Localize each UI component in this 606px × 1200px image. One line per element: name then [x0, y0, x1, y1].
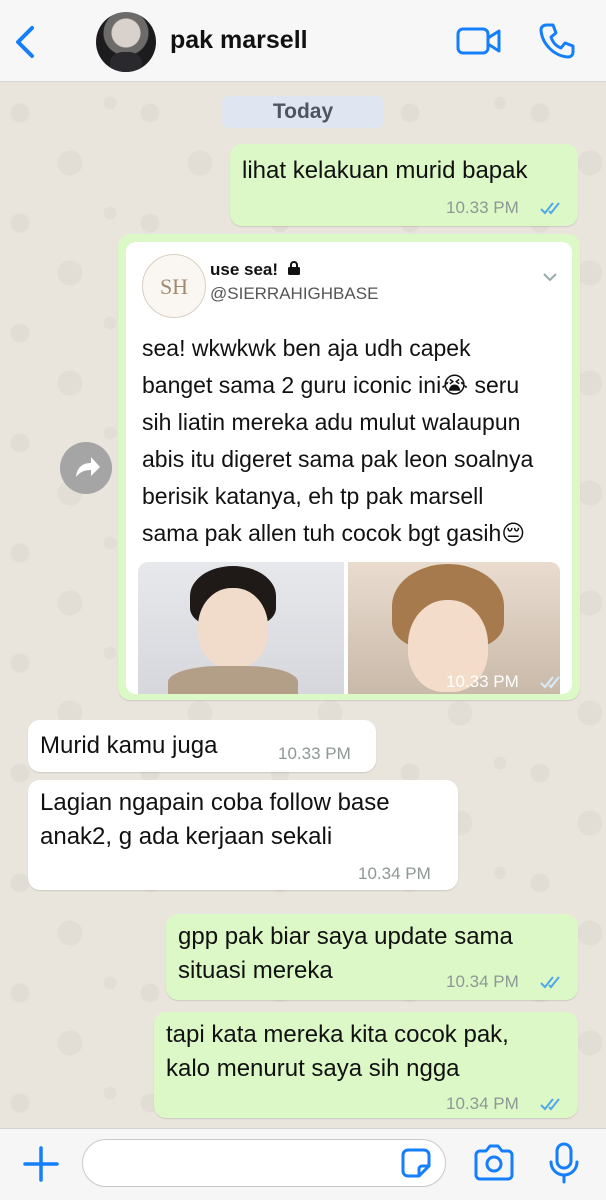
voice-call-button[interactable]	[538, 22, 576, 60]
camera-button[interactable]	[472, 1143, 516, 1183]
message-bubble-outgoing[interactable]: tapi kata mereka kita cocok pak, kalo me…	[154, 1012, 578, 1118]
message-text: lihat kelakuan murid bapak	[242, 157, 528, 184]
tweet-text-line: sih liatin mereka adu mulut walaupun	[142, 409, 521, 435]
read-receipt-icon	[540, 202, 560, 215]
message-time: 10.33 PM	[446, 198, 519, 217]
tweet-account-handle: @SIERRAHIGHBASE	[210, 284, 379, 303]
read-receipt-icon	[540, 1098, 560, 1111]
tweet-text-line: abis itu digeret sama pak leon soalnya	[142, 446, 534, 472]
read-receipt-icon	[540, 976, 560, 989]
tweet-text-line: sea! wkwkwk ben aja udh capek	[142, 335, 471, 361]
contact-avatar[interactable]	[96, 12, 156, 72]
message-input[interactable]	[82, 1139, 446, 1187]
chevron-down-icon[interactable]	[542, 272, 558, 282]
message-text: Murid kamu juga	[40, 732, 218, 759]
microphone-icon	[549, 1142, 579, 1184]
message-time: 10.33 PM	[446, 672, 519, 691]
message-text-line: gpp pak biar saya update sama	[178, 923, 513, 950]
message-text-line: kalo menurut saya sih ngga	[166, 1055, 460, 1082]
share-arrow-icon	[76, 457, 100, 477]
video-call-button[interactable]	[456, 24, 502, 58]
contact-name[interactable]: pak marsell	[170, 26, 308, 55]
message-bubble-outgoing[interactable]: lihat kelakuan murid bapak 10.33 PM	[230, 144, 578, 226]
message-time: 10.34 PM	[446, 1094, 519, 1113]
message-time: 10.33 PM	[278, 744, 351, 763]
tweet-text: sea! wkwkwk ben aja udh capek banget sam…	[142, 330, 562, 552]
tweet-account-name: use sea!	[210, 260, 301, 280]
date-separator: Today	[222, 96, 384, 128]
tweet-card[interactable]: SH use sea! @SIERRAHIGHBASE sea! wkwkwk …	[126, 242, 572, 694]
message-text-line: Lagian ngapain coba follow base	[40, 789, 390, 816]
forward-button[interactable]	[60, 442, 112, 494]
sticker-icon	[401, 1148, 431, 1178]
tweet-text-line: sama pak allen tuh cocok bgt gasih😔	[142, 520, 526, 546]
composer-bar	[0, 1128, 606, 1200]
microphone-button[interactable]	[548, 1141, 580, 1185]
tweet-text-line: banget sama 2 guru iconic ini😭 seru	[142, 372, 520, 398]
sticker-button[interactable]	[400, 1147, 432, 1179]
message-time: 10.34 PM	[358, 864, 431, 883]
message-time: 10.34 PM	[446, 972, 519, 991]
message-bubble-outgoing[interactable]: gpp pak biar saya update sama situasi me…	[166, 914, 578, 1000]
camera-icon	[474, 1144, 514, 1181]
chat-header: pak marsell	[0, 0, 606, 82]
tweet-photo[interactable]	[138, 562, 344, 694]
plus-icon	[23, 1146, 59, 1182]
message-text-line: tapi kata mereka kita cocok pak,	[166, 1021, 509, 1048]
lock-icon	[287, 261, 300, 275]
chevron-left-icon	[16, 26, 34, 58]
message-bubble-incoming[interactable]: Murid kamu juga 10.33 PM	[28, 720, 376, 772]
video-camera-icon	[456, 27, 501, 55]
back-button[interactable]	[10, 22, 42, 62]
phone-icon	[539, 23, 575, 59]
tweet-text-line: berisik katanya, eh tp pak marsell	[142, 483, 484, 509]
message-bubble-incoming[interactable]: Lagian ngapain coba follow base anak2, g…	[28, 780, 458, 890]
message-text-line: situasi mereka	[178, 957, 333, 984]
attach-button[interactable]	[22, 1145, 60, 1183]
tweet-account-name-text: use sea!	[210, 260, 279, 279]
message-text-line: anak2, g ada kerjaan sekali	[40, 823, 333, 850]
read-receipt-icon	[540, 676, 560, 689]
tweet-account-logo: SH	[142, 254, 206, 318]
